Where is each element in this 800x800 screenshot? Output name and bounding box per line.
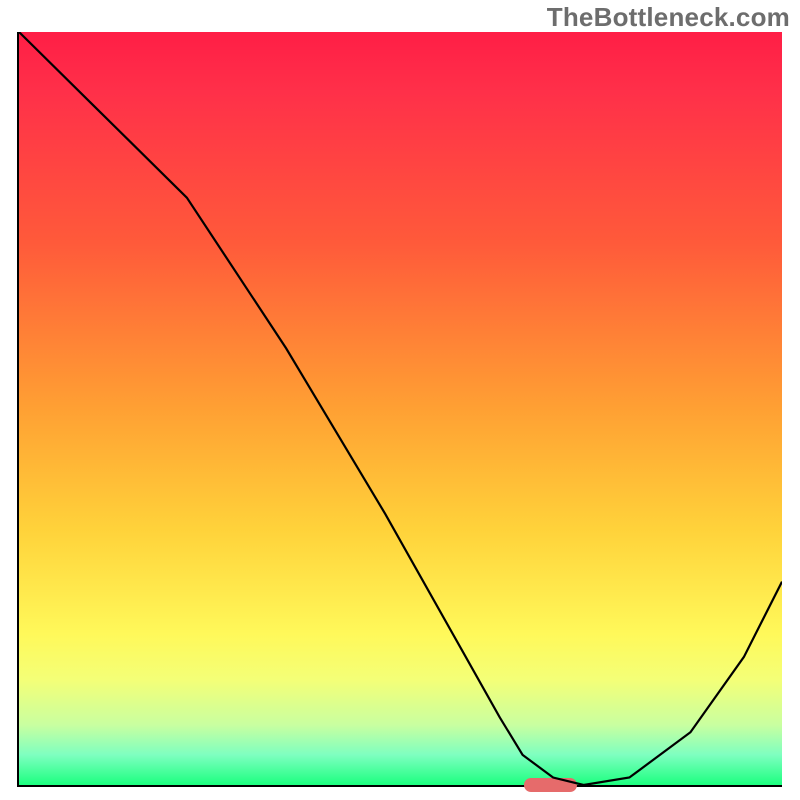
watermark-text: TheBottleneck.com bbox=[547, 2, 790, 33]
plot-area bbox=[17, 32, 782, 787]
line-overlay bbox=[19, 32, 782, 785]
chart-container: TheBottleneck.com bbox=[0, 0, 800, 800]
bottleneck-curve bbox=[19, 32, 782, 785]
